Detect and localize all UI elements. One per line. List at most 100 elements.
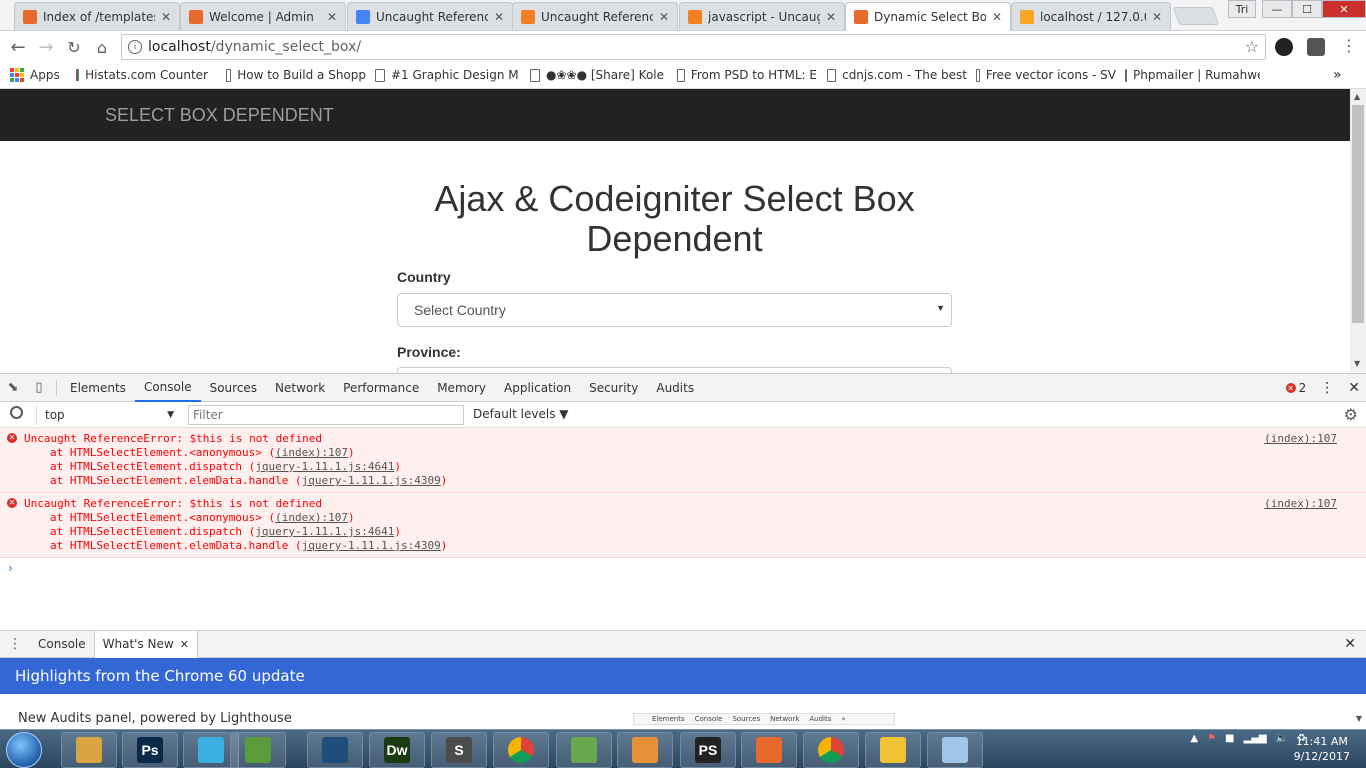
audits-text[interactable]: New Audits panel, powered by Lighthouse [18,711,292,726]
tab-close-icon[interactable]: ✕ [992,10,1004,24]
bookmark-item[interactable]: cdnjs.com - The best [827,68,967,82]
browser-tab[interactable]: Uncaught Reference ✕ [512,2,678,30]
stack-link[interactable]: jquery-1.11.1.js:4309 [302,539,441,552]
stack-link[interactable]: (index):107 [275,511,348,524]
maximize-button[interactable]: ☐ [1292,0,1322,18]
devtools-menu-icon[interactable]: ⋮ [1320,380,1334,396]
source-link[interactable]: (index):107 [1264,497,1337,511]
clock[interactable]: 11:41 AM 9/12/2017 [1294,734,1350,764]
taskbar-app-sublime-text[interactable]: S [431,732,487,768]
context-selector[interactable]: top ▼ [36,405,180,425]
console-filter-input[interactable]: Filter [188,405,464,425]
address-bar[interactable]: i localhost/dynamic_select_box/ ☆ [121,34,1266,60]
close-window-button[interactable]: ✕ [1322,0,1366,18]
stack-link[interactable]: jquery-1.11.1.js:4641 [255,460,394,473]
browser-tab[interactable]: localhost / 127.0.0.1 ✕ [1011,2,1171,30]
browser-tab[interactable]: Dynamic Select Box ✕ [845,2,1011,31]
devtools-tab-console[interactable]: Console [134,374,201,402]
devtools-tab-performance[interactable]: Performance [334,374,428,402]
pocket-extension-icon[interactable] [1307,38,1325,56]
new-tab-button[interactable] [1172,7,1220,25]
browser-tab[interactable]: Index of /templates ✕ [14,2,180,30]
log-levels-dropdown[interactable]: Default levels ▼ [473,407,569,421]
stack-link[interactable]: jquery-1.11.1.js:4309 [302,474,441,487]
drawer-menu-icon[interactable]: ⋮ [0,636,30,652]
stack-link[interactable]: (index):107 [275,446,348,459]
inspect-element-icon[interactable]: ⬊ [0,375,26,401]
device-toolbar-icon[interactable]: ▯ [26,375,52,401]
navbar-brand[interactable]: SELECT BOX DEPENDENT [105,105,334,126]
drawer-tab[interactable]: Console [30,631,94,658]
taskbar-app-notepad[interactable] [556,732,612,768]
devtools-tab-security[interactable]: Security [580,374,647,402]
devtools-tab-memory[interactable]: Memory [428,374,495,402]
home-button[interactable]: ⌂ [88,33,116,61]
country-select[interactable]: Select Country ▼ [397,293,952,327]
bookmark-item[interactable]: Histats.com Counter [76,68,208,82]
bookmark-item[interactable]: Phpmailer | Rumahwe [1125,68,1260,82]
extension-icon-dark[interactable] [1275,38,1293,56]
taskbar-app-app-orange[interactable] [741,732,797,768]
taskbar-app-photoshop[interactable]: Ps [122,732,178,768]
page-scrollbar[interactable]: ▲ ▼ [1350,89,1366,373]
scroll-up-icon[interactable]: ▲ [1354,92,1360,101]
taskbar-app-paint[interactable] [927,732,983,768]
taskbar-app-dreamweaver[interactable]: Dw [369,732,425,768]
browser-tab[interactable]: Uncaught Reference ✕ [347,2,513,30]
tab-close-icon[interactable]: ✕ [826,10,838,24]
error-counter[interactable]: ✕ 2 [1285,381,1306,395]
usb-icon[interactable]: ■ [1225,733,1234,744]
taskbar-app-phpstorm[interactable]: PS [680,732,736,768]
reload-button[interactable]: ↻ [60,33,88,61]
tab-close-icon[interactable]: ✕ [494,10,506,24]
taskbar-app-file-explorer[interactable] [61,732,117,768]
drawer-tab[interactable]: What's New ✕ [93,630,198,658]
scroll-down-icon[interactable]: ▼ [1356,714,1362,723]
bookmark-item[interactable]: How to Build a Shopp [226,68,366,82]
devtools-tab-elements[interactable]: Elements [61,374,135,402]
console-prompt[interactable]: › [0,558,1366,578]
clear-console-icon[interactable] [10,406,23,419]
taskbar-app-chrome-1[interactable] [493,732,549,768]
taskbar-app-chrome-2[interactable] [803,732,859,768]
drawer-close-icon[interactable]: ✕ [1344,636,1356,652]
source-link[interactable]: (index):107 [1264,432,1337,446]
bookmark-star-icon[interactable]: ☆ [1245,37,1259,56]
gear-icon[interactable]: ⚙ [1344,405,1358,424]
close-icon[interactable]: ✕ [180,638,189,651]
volume-icon[interactable]: 🔈 [1276,733,1288,744]
taskbar-app-app-leaf[interactable] [230,732,286,768]
devtools-close-icon[interactable]: ✕ [1348,380,1360,396]
menu-icon[interactable]: ⋮ [1341,36,1357,55]
stack-link[interactable]: jquery-1.11.1.js:4641 [255,525,394,538]
taskbar-app-settings-app[interactable] [617,732,673,768]
back-button[interactable]: ← [4,33,32,61]
user-profile-button[interactable]: Tri [1228,0,1256,18]
bookmarks-overflow-button[interactable]: » [1333,67,1342,83]
tab-close-icon[interactable]: ✕ [659,10,671,24]
forward-button[interactable]: → [32,33,60,61]
minimize-button[interactable]: — [1262,0,1292,18]
bookmark-item[interactable]: ●❀❀● [Share] Kole [530,68,665,82]
scrollbar-thumb[interactable] [1352,105,1364,323]
taskbar-app-media-player[interactable] [865,732,921,768]
bookmark-item[interactable]: Free vector icons - SV [976,68,1116,82]
devtools-tab-network[interactable]: Network [266,374,334,402]
devtools-tab-sources[interactable]: Sources [201,374,266,402]
start-button[interactable] [6,732,42,768]
show-hidden-icons-icon[interactable]: ▲ [1190,733,1198,744]
browser-tab[interactable]: Welcome | Admin ✕ [180,2,346,30]
tab-close-icon[interactable]: ✕ [1152,10,1164,24]
devtools-tab-application[interactable]: Application [495,374,580,402]
tab-close-icon[interactable]: ✕ [161,10,173,24]
action-center-flag-icon[interactable]: ⚑ [1207,733,1216,744]
browser-tab[interactable]: javascript - Uncaug ✕ [679,2,845,30]
tab-close-icon[interactable]: ✕ [327,10,339,24]
devtools-tab-audits[interactable]: Audits [647,374,703,402]
network-signal-icon[interactable]: ▂▄▆ [1244,733,1267,744]
bookmark-item[interactable]: #1 Graphic Design M [375,68,520,82]
apps-shortcut[interactable]: Apps [10,68,70,82]
info-icon[interactable]: i [128,40,142,54]
taskbar-app-mysql-workbench[interactable] [307,732,363,768]
scroll-down-icon[interactable]: ▼ [1354,359,1360,368]
